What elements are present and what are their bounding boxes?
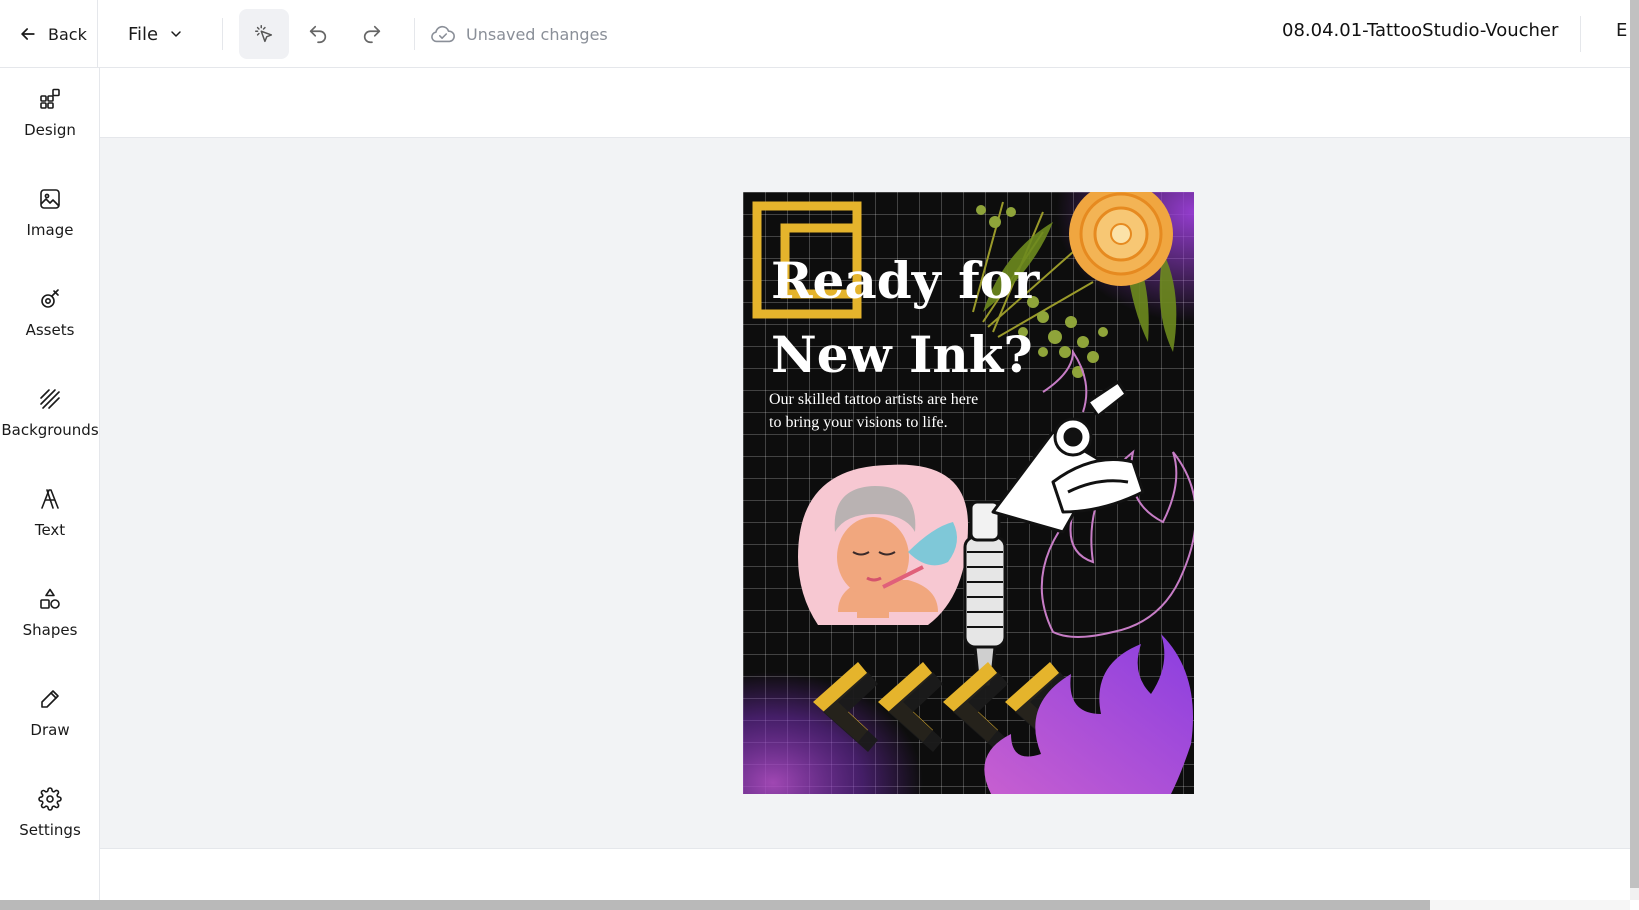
undo-icon xyxy=(309,25,327,44)
sidebar-item-design[interactable]: Design xyxy=(0,68,100,158)
magic-cursor-icon xyxy=(255,25,273,43)
client-portrait xyxy=(798,464,968,625)
gear-icon xyxy=(38,787,62,811)
redo-icon xyxy=(363,25,381,44)
select-tool-button[interactable] xyxy=(239,9,289,59)
sidebar-item-assets[interactable]: Assets xyxy=(0,268,100,358)
poster-canvas[interactable]: Ready for New Ink? Our skilled tattoo ar… xyxy=(743,192,1194,794)
canvas-options-bar xyxy=(100,68,1630,138)
vertical-scrollbar-thumb[interactable] xyxy=(1630,0,1639,888)
left-sidebar: Design Image Assets Backgrounds Text Sha… xyxy=(0,68,100,900)
image-icon xyxy=(40,189,60,209)
poster-body-text[interactable]: Our skilled tattoo artists are here to b… xyxy=(769,388,989,434)
text-icon xyxy=(41,489,59,509)
file-menu-button[interactable]: File xyxy=(128,18,184,50)
headline-line-1: Ready for xyxy=(771,251,1040,310)
back-button[interactable]: Back xyxy=(12,18,93,50)
save-status: Unsaved changes xyxy=(430,20,608,48)
sidebar-item-label: Backgrounds xyxy=(1,421,99,439)
top-toolbar: Back File Unsaved changes 08.04.01-Tatto… xyxy=(0,0,1630,68)
sidebar-item-settings[interactable]: Settings xyxy=(0,768,100,858)
sidebar-item-shapes[interactable]: Shapes xyxy=(0,568,100,658)
undo-button[interactable] xyxy=(293,9,343,59)
pencil-icon xyxy=(41,690,59,708)
divider xyxy=(1580,16,1581,52)
sidebar-item-label: Text xyxy=(34,521,66,539)
assets-icon xyxy=(41,289,59,308)
divider xyxy=(222,18,223,50)
export-button[interactable]: E xyxy=(1616,20,1630,41)
redo-button[interactable] xyxy=(347,9,397,59)
sidebar-item-label: Settings xyxy=(19,821,81,839)
divider xyxy=(414,18,415,50)
design-icon xyxy=(40,88,60,109)
save-status-text: Unsaved changes xyxy=(466,24,608,44)
arrow-left-icon xyxy=(21,28,35,40)
backgrounds-icon xyxy=(40,389,60,409)
sidebar-item-backgrounds[interactable]: Backgrounds xyxy=(0,368,100,458)
sidebar-item-label: Design xyxy=(24,121,76,139)
sidebar-item-label: Shapes xyxy=(22,621,78,639)
sidebar-item-label: Image xyxy=(26,221,74,239)
document-title[interactable]: 08.04.01-TattooStudio-Voucher xyxy=(1282,20,1558,41)
file-label: File xyxy=(128,23,159,45)
sidebar-item-text[interactable]: Text xyxy=(0,468,100,558)
bottom-bar xyxy=(100,848,1630,900)
sidebar-item-label: Draw xyxy=(30,721,70,739)
tattoo-machine xyxy=(963,380,1145,689)
back-label: Back xyxy=(48,24,87,44)
sidebar-item-image[interactable]: Image xyxy=(0,168,100,258)
headline-line-2: New Ink? xyxy=(771,325,1033,384)
divider xyxy=(97,0,98,68)
sidebar-item-draw[interactable]: Draw xyxy=(0,668,100,758)
chevron-down-icon xyxy=(171,31,181,37)
poster-headline[interactable]: Ready for New Ink? xyxy=(771,244,1071,392)
shapes-icon xyxy=(40,588,60,609)
sidebar-item-label: Assets xyxy=(25,321,75,339)
horizontal-scrollbar-thumb[interactable] xyxy=(0,900,1430,910)
cloud-check-icon xyxy=(431,25,455,43)
